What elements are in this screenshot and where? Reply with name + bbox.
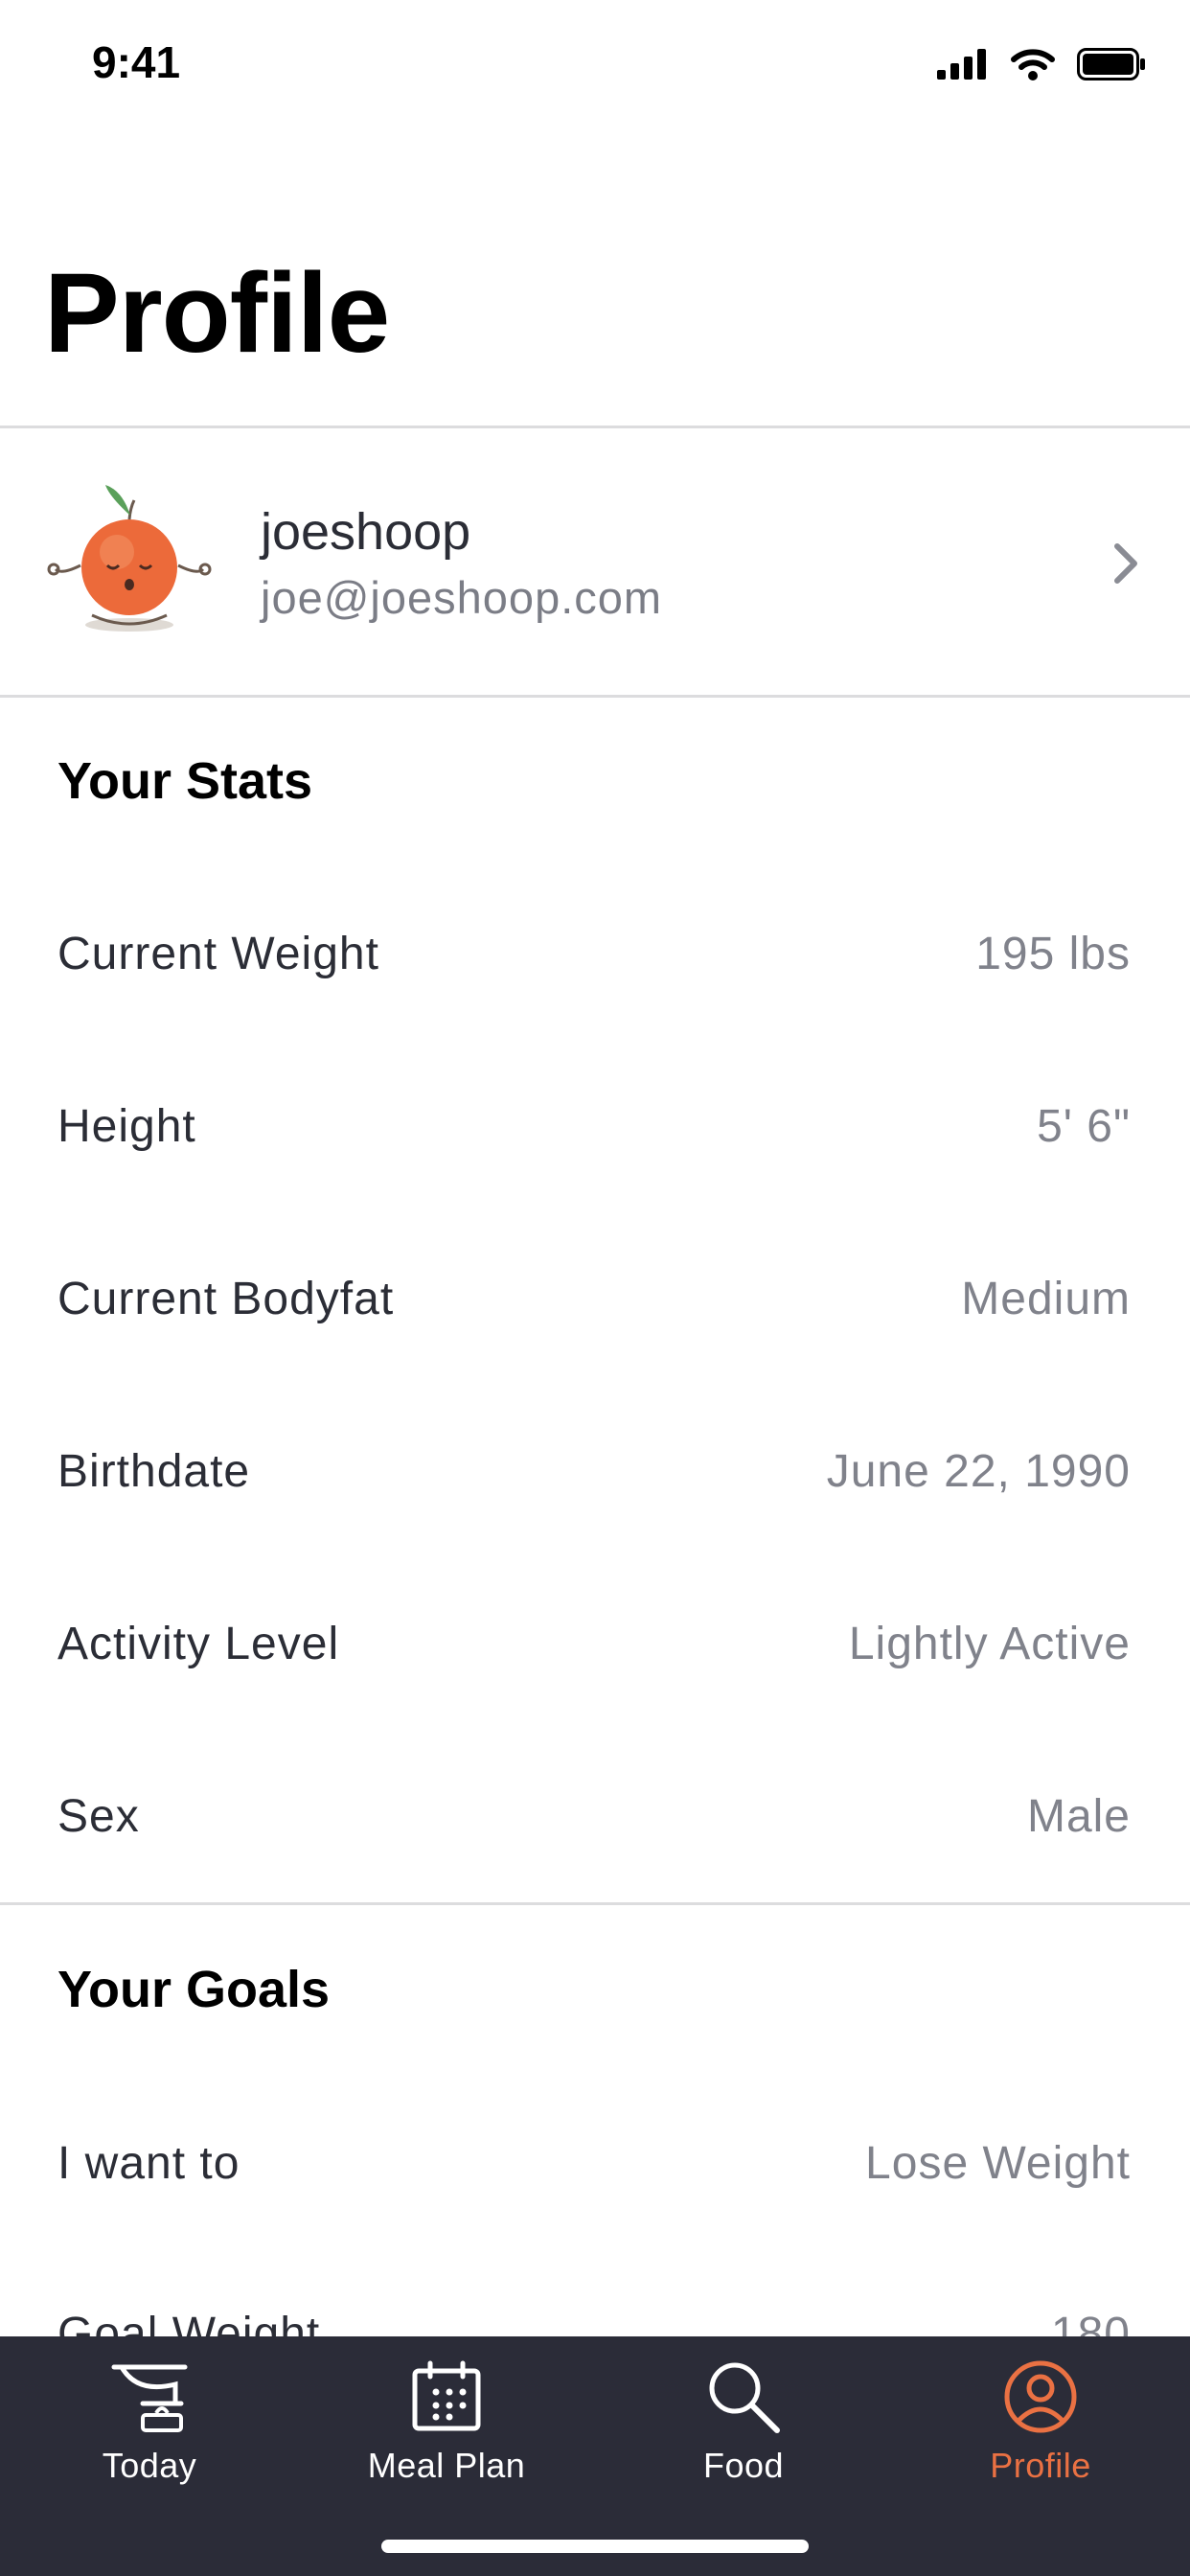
avatar	[47, 485, 212, 632]
stat-label: Height	[57, 1100, 196, 1152]
status-bar: 9:41	[0, 0, 1190, 134]
tab-label: Food	[702, 2446, 785, 2485]
goals-section-title: Your Goals	[57, 1961, 331, 2018]
divider	[0, 1902, 1190, 1905]
stat-label: Current Bodyfat	[57, 1273, 395, 1324]
stat-value: Lightly Active	[848, 1618, 1131, 1669]
stat-label: Current Weight	[57, 928, 379, 979]
stat-value: 5' 6"	[1037, 1100, 1131, 1152]
tab-today[interactable]: Today	[1, 2336, 298, 2509]
status-time: 9:41	[92, 37, 181, 87]
tab-label: Profile	[990, 2446, 1091, 2485]
stat-value: Medium	[961, 1273, 1131, 1324]
wifi-icon	[1011, 49, 1055, 80]
chevron-right-icon	[1114, 543, 1137, 584]
account-username: joeshoop	[261, 503, 471, 561]
goal-label: I want to	[57, 2137, 240, 2189]
calendar-icon	[412, 2360, 481, 2431]
account-row[interactable]: joeshoop joe@joeshoop.com	[0, 429, 1190, 696]
account-email: joe@joeshoop.com	[261, 572, 663, 623]
stat-row-activity-level[interactable]: Activity Level Lightly Active	[57, 1600, 1131, 1687]
home-indicator	[381, 2540, 809, 2553]
stat-value: 195 lbs	[975, 928, 1131, 979]
stat-row-current-bodyfat[interactable]: Current Bodyfat Medium	[57, 1255, 1131, 1342]
stat-value: June 22, 1990	[826, 1445, 1131, 1497]
page-title: Profile	[44, 250, 390, 377]
stat-label: Birthdate	[57, 1445, 251, 1497]
divider	[0, 695, 1190, 698]
goal-row-i-want-to[interactable]: I want to Lose Weight	[57, 2120, 1131, 2206]
search-icon	[709, 2362, 780, 2433]
profile-icon	[1004, 2360, 1077, 2433]
tab-bar: Today Meal Plan Food Profile	[0, 2336, 1190, 2576]
tab-food[interactable]: Food	[595, 2336, 892, 2509]
stove-icon	[111, 2364, 188, 2432]
tab-label: Meal Plan	[367, 2446, 526, 2485]
stat-row-current-weight[interactable]: Current Weight 195 lbs	[57, 910, 1131, 997]
battery-icon	[1077, 48, 1145, 80]
divider	[0, 426, 1190, 428]
cellular-signal-icon	[937, 49, 986, 80]
stat-row-height[interactable]: Height 5' 6"	[57, 1083, 1131, 1169]
stat-row-sex[interactable]: Sex Male	[57, 1773, 1131, 1859]
tab-meal-plan[interactable]: Meal Plan	[298, 2336, 595, 2509]
stat-value: Male	[1026, 1790, 1131, 1842]
tab-label: Today	[102, 2446, 197, 2485]
stat-label: Activity Level	[57, 1618, 340, 1669]
tab-profile[interactable]: Profile	[892, 2336, 1189, 2509]
stat-label: Sex	[57, 1790, 140, 1842]
stats-section-title: Your Stats	[57, 752, 313, 810]
goal-value: Lose Weight	[865, 2137, 1131, 2189]
status-icons	[937, 48, 1146, 80]
stat-row-birthdate[interactable]: Birthdate June 22, 1990	[57, 1428, 1131, 1514]
